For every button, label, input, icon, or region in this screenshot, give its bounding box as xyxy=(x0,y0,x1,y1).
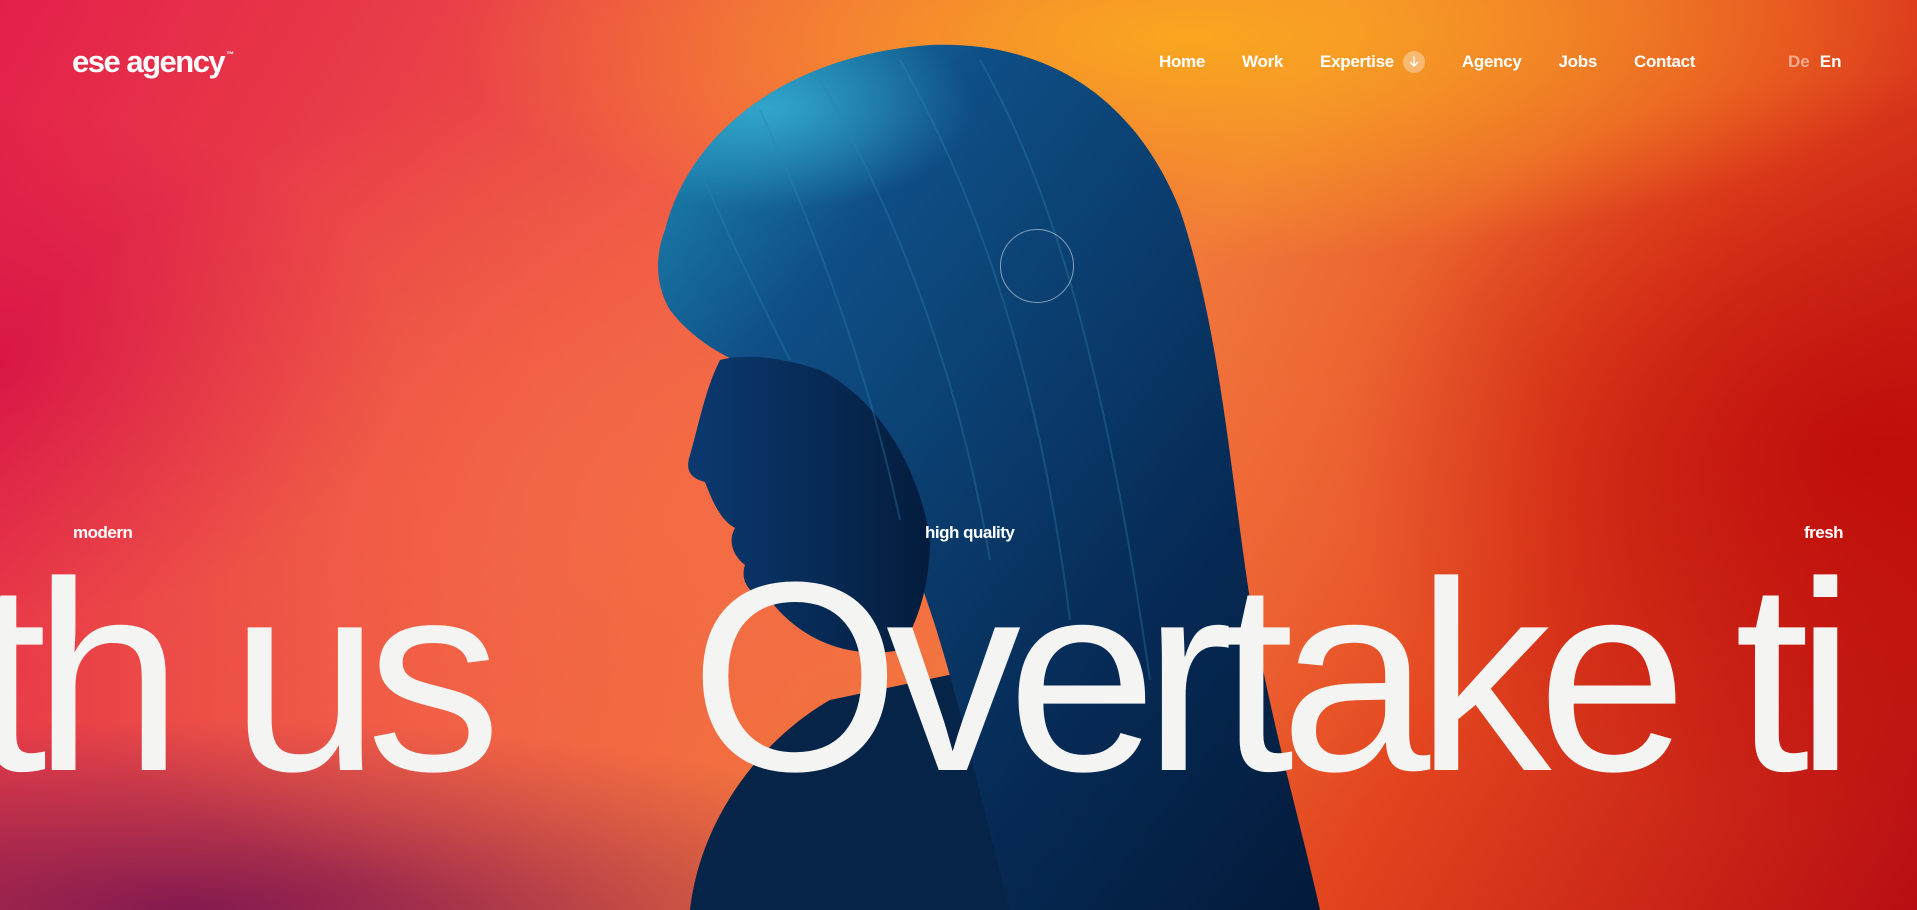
nav-item-jobs[interactable]: Jobs xyxy=(1558,50,1598,74)
hero-tag-high-quality: high quality xyxy=(925,523,1015,542)
nav-item-work[interactable]: Work xyxy=(1242,50,1283,74)
top-navigation: ese agency ™ Home Work Expertise Agency xyxy=(0,44,1917,84)
language-switcher: De En xyxy=(1788,50,1841,74)
language-option-en[interactable]: En xyxy=(1820,50,1842,74)
arrow-down-icon[interactable] xyxy=(1402,51,1425,73)
cursor-ring xyxy=(1000,229,1074,303)
nav-item-label: Contact xyxy=(1633,52,1696,71)
nav-item-label: Home xyxy=(1159,52,1206,71)
nav-item-agency[interactable]: Agency xyxy=(1462,50,1522,74)
marquee-text-segment: Overtake ti xyxy=(690,548,1855,808)
language-option-de[interactable]: De xyxy=(1788,50,1810,74)
nav-item-contact[interactable]: Contact xyxy=(1634,50,1695,74)
marquee-text-segment: th us xyxy=(0,548,501,808)
main-menu: Home Work Expertise Agency Jobs Contact xyxy=(1159,50,1695,74)
nav-item-label: Agency xyxy=(1461,52,1522,71)
hero-tag-fresh: fresh xyxy=(1804,523,1844,542)
nav-item-label: Expertise xyxy=(1320,52,1394,71)
brand-logo[interactable]: ese agency ™ xyxy=(72,44,234,80)
nav-item-label: Jobs xyxy=(1558,52,1598,71)
nav-item-expertise[interactable]: Expertise xyxy=(1320,50,1425,74)
hero-section: ese agency ™ Home Work Expertise Agency xyxy=(0,0,1917,910)
trademark-mark: ™ xyxy=(226,50,235,59)
headline-marquee: th us Overtake ti xyxy=(0,548,1917,808)
logo-text: ese agency xyxy=(72,44,226,79)
nav-item-home[interactable]: Home xyxy=(1159,50,1205,74)
nav-item-label: Work xyxy=(1242,52,1284,71)
hero-tag-modern: modern xyxy=(73,523,133,542)
